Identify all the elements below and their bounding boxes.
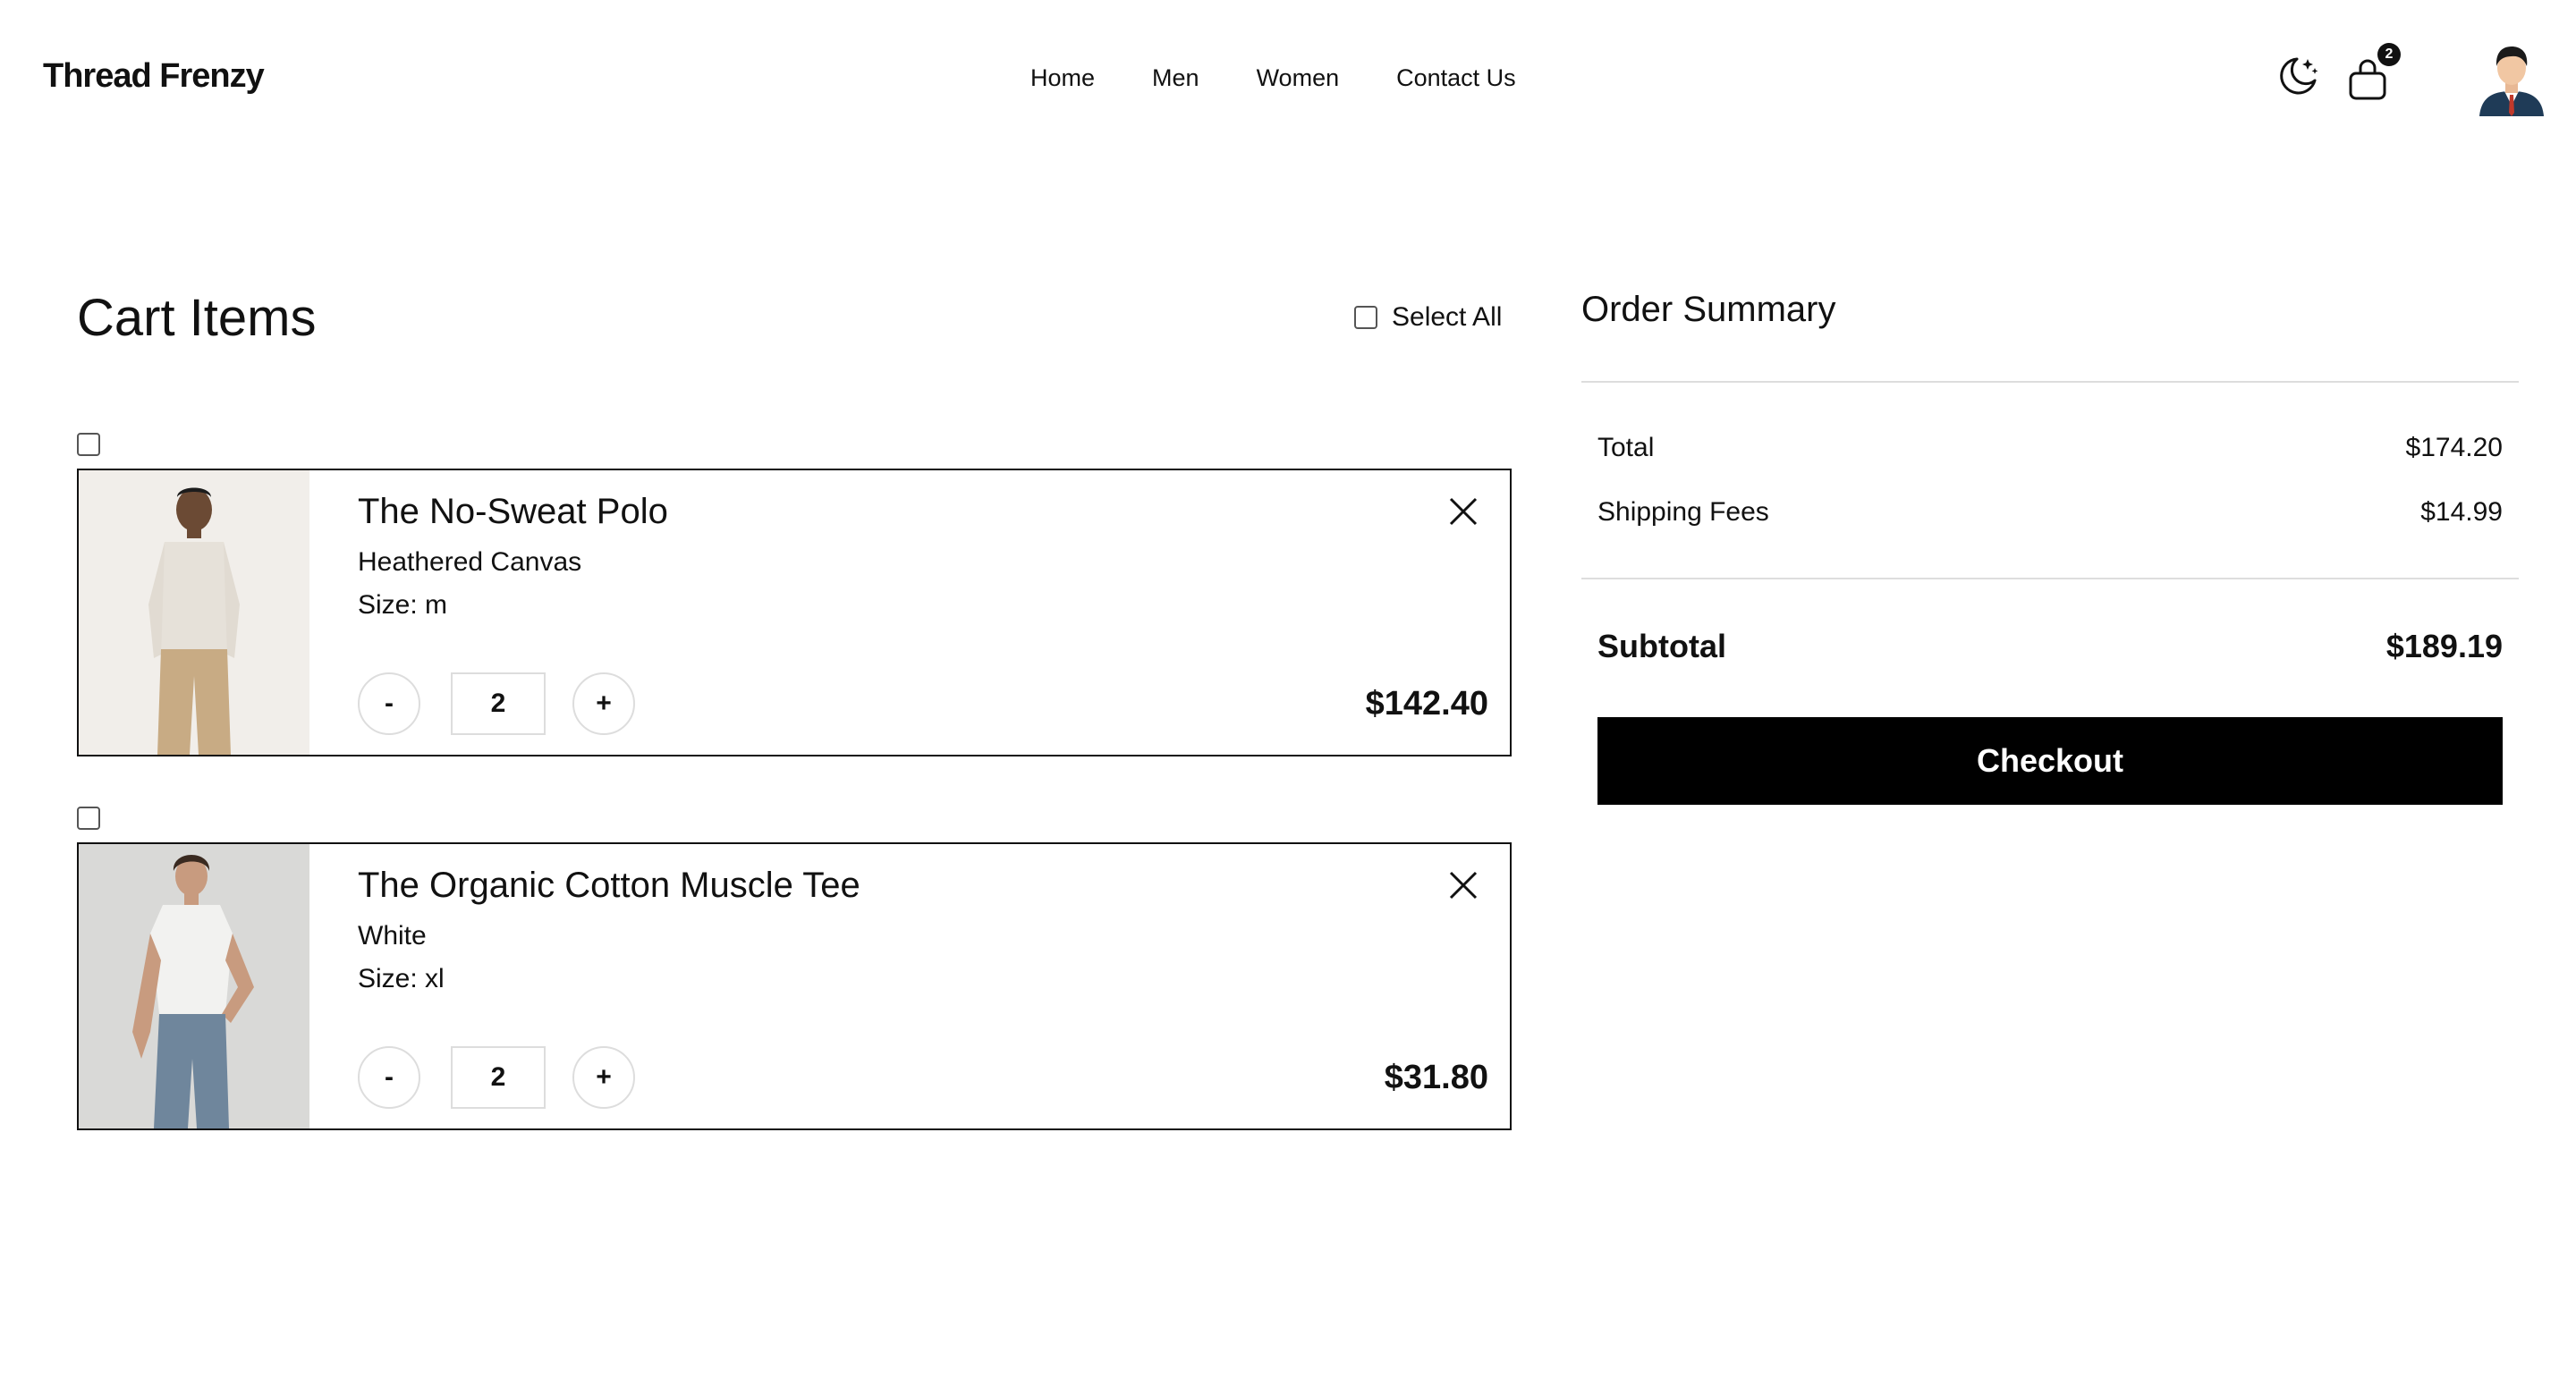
item-color: Heathered Canvas [358, 547, 582, 577]
item-name[interactable]: The Organic Cotton Muscle Tee [358, 866, 860, 906]
select-all-checkbox[interactable] [1354, 306, 1377, 329]
close-icon[interactable] [1447, 495, 1479, 528]
item-price: $142.40 [1365, 685, 1488, 723]
product-image-polo [79, 470, 309, 755]
brand-logo[interactable]: Thread Frenzy [43, 57, 265, 96]
quantity-input[interactable]: 2 [451, 672, 546, 735]
subtotal-value: $189.19 [2385, 628, 2503, 664]
item-name[interactable]: The No-Sweat Polo [358, 492, 668, 532]
subtotal-label: Subtotal [1597, 628, 1726, 664]
shipping-row: Shipping Fees $14.99 [1597, 497, 2503, 528]
total-value: $174.20 [2405, 433, 2503, 462]
moon-icon[interactable] [2275, 54, 2320, 98]
decrease-quantity-button[interactable]: - [358, 1046, 420, 1109]
nav-women[interactable]: Women [1257, 64, 1340, 92]
quantity-input[interactable]: 2 [451, 1046, 546, 1109]
shipping-value: $14.99 [2420, 497, 2503, 527]
site-header: Thread Frenzy Home Men Women Contact Us … [0, 0, 2576, 156]
shipping-label: Shipping Fees [1597, 497, 1769, 527]
order-summary-title: Order Summary [1581, 290, 1836, 329]
subtotal-row: Subtotal $189.19 [1597, 628, 2503, 665]
cart-item: The Organic Cotton Muscle Tee White Size… [77, 842, 1512, 1130]
select-all[interactable]: Select All [1354, 302, 1502, 333]
nav-men[interactable]: Men [1152, 64, 1199, 92]
item-checkbox[interactable] [77, 433, 100, 456]
divider [1581, 381, 2519, 383]
increase-quantity-button[interactable]: + [572, 1046, 635, 1109]
main-nav: Home Men Women Contact Us [1030, 64, 1516, 92]
total-row: Total $174.20 [1597, 433, 2503, 463]
item-checkbox[interactable] [77, 807, 100, 830]
nav-home[interactable]: Home [1030, 64, 1095, 92]
decrease-quantity-button[interactable]: - [358, 672, 420, 735]
nav-contact-us[interactable]: Contact Us [1396, 64, 1516, 92]
item-price: $31.80 [1384, 1059, 1488, 1096]
divider [1581, 578, 2519, 579]
cart-title: Cart Items [77, 289, 317, 347]
checkout-button[interactable]: Checkout [1597, 717, 2503, 805]
increase-quantity-button[interactable]: + [572, 672, 635, 735]
item-size: Size: xl [358, 964, 445, 993]
close-icon[interactable] [1447, 869, 1479, 901]
item-size: Size: m [358, 590, 448, 620]
item-color: White [358, 921, 427, 951]
user-avatar[interactable] [2478, 41, 2546, 116]
product-image-tee [79, 844, 309, 1128]
cart-count-badge: 2 [2377, 43, 2401, 66]
cart-item: The No-Sweat Polo Heathered Canvas Size:… [77, 469, 1512, 756]
total-label: Total [1597, 433, 1655, 462]
select-all-label: Select All [1392, 302, 1503, 332]
